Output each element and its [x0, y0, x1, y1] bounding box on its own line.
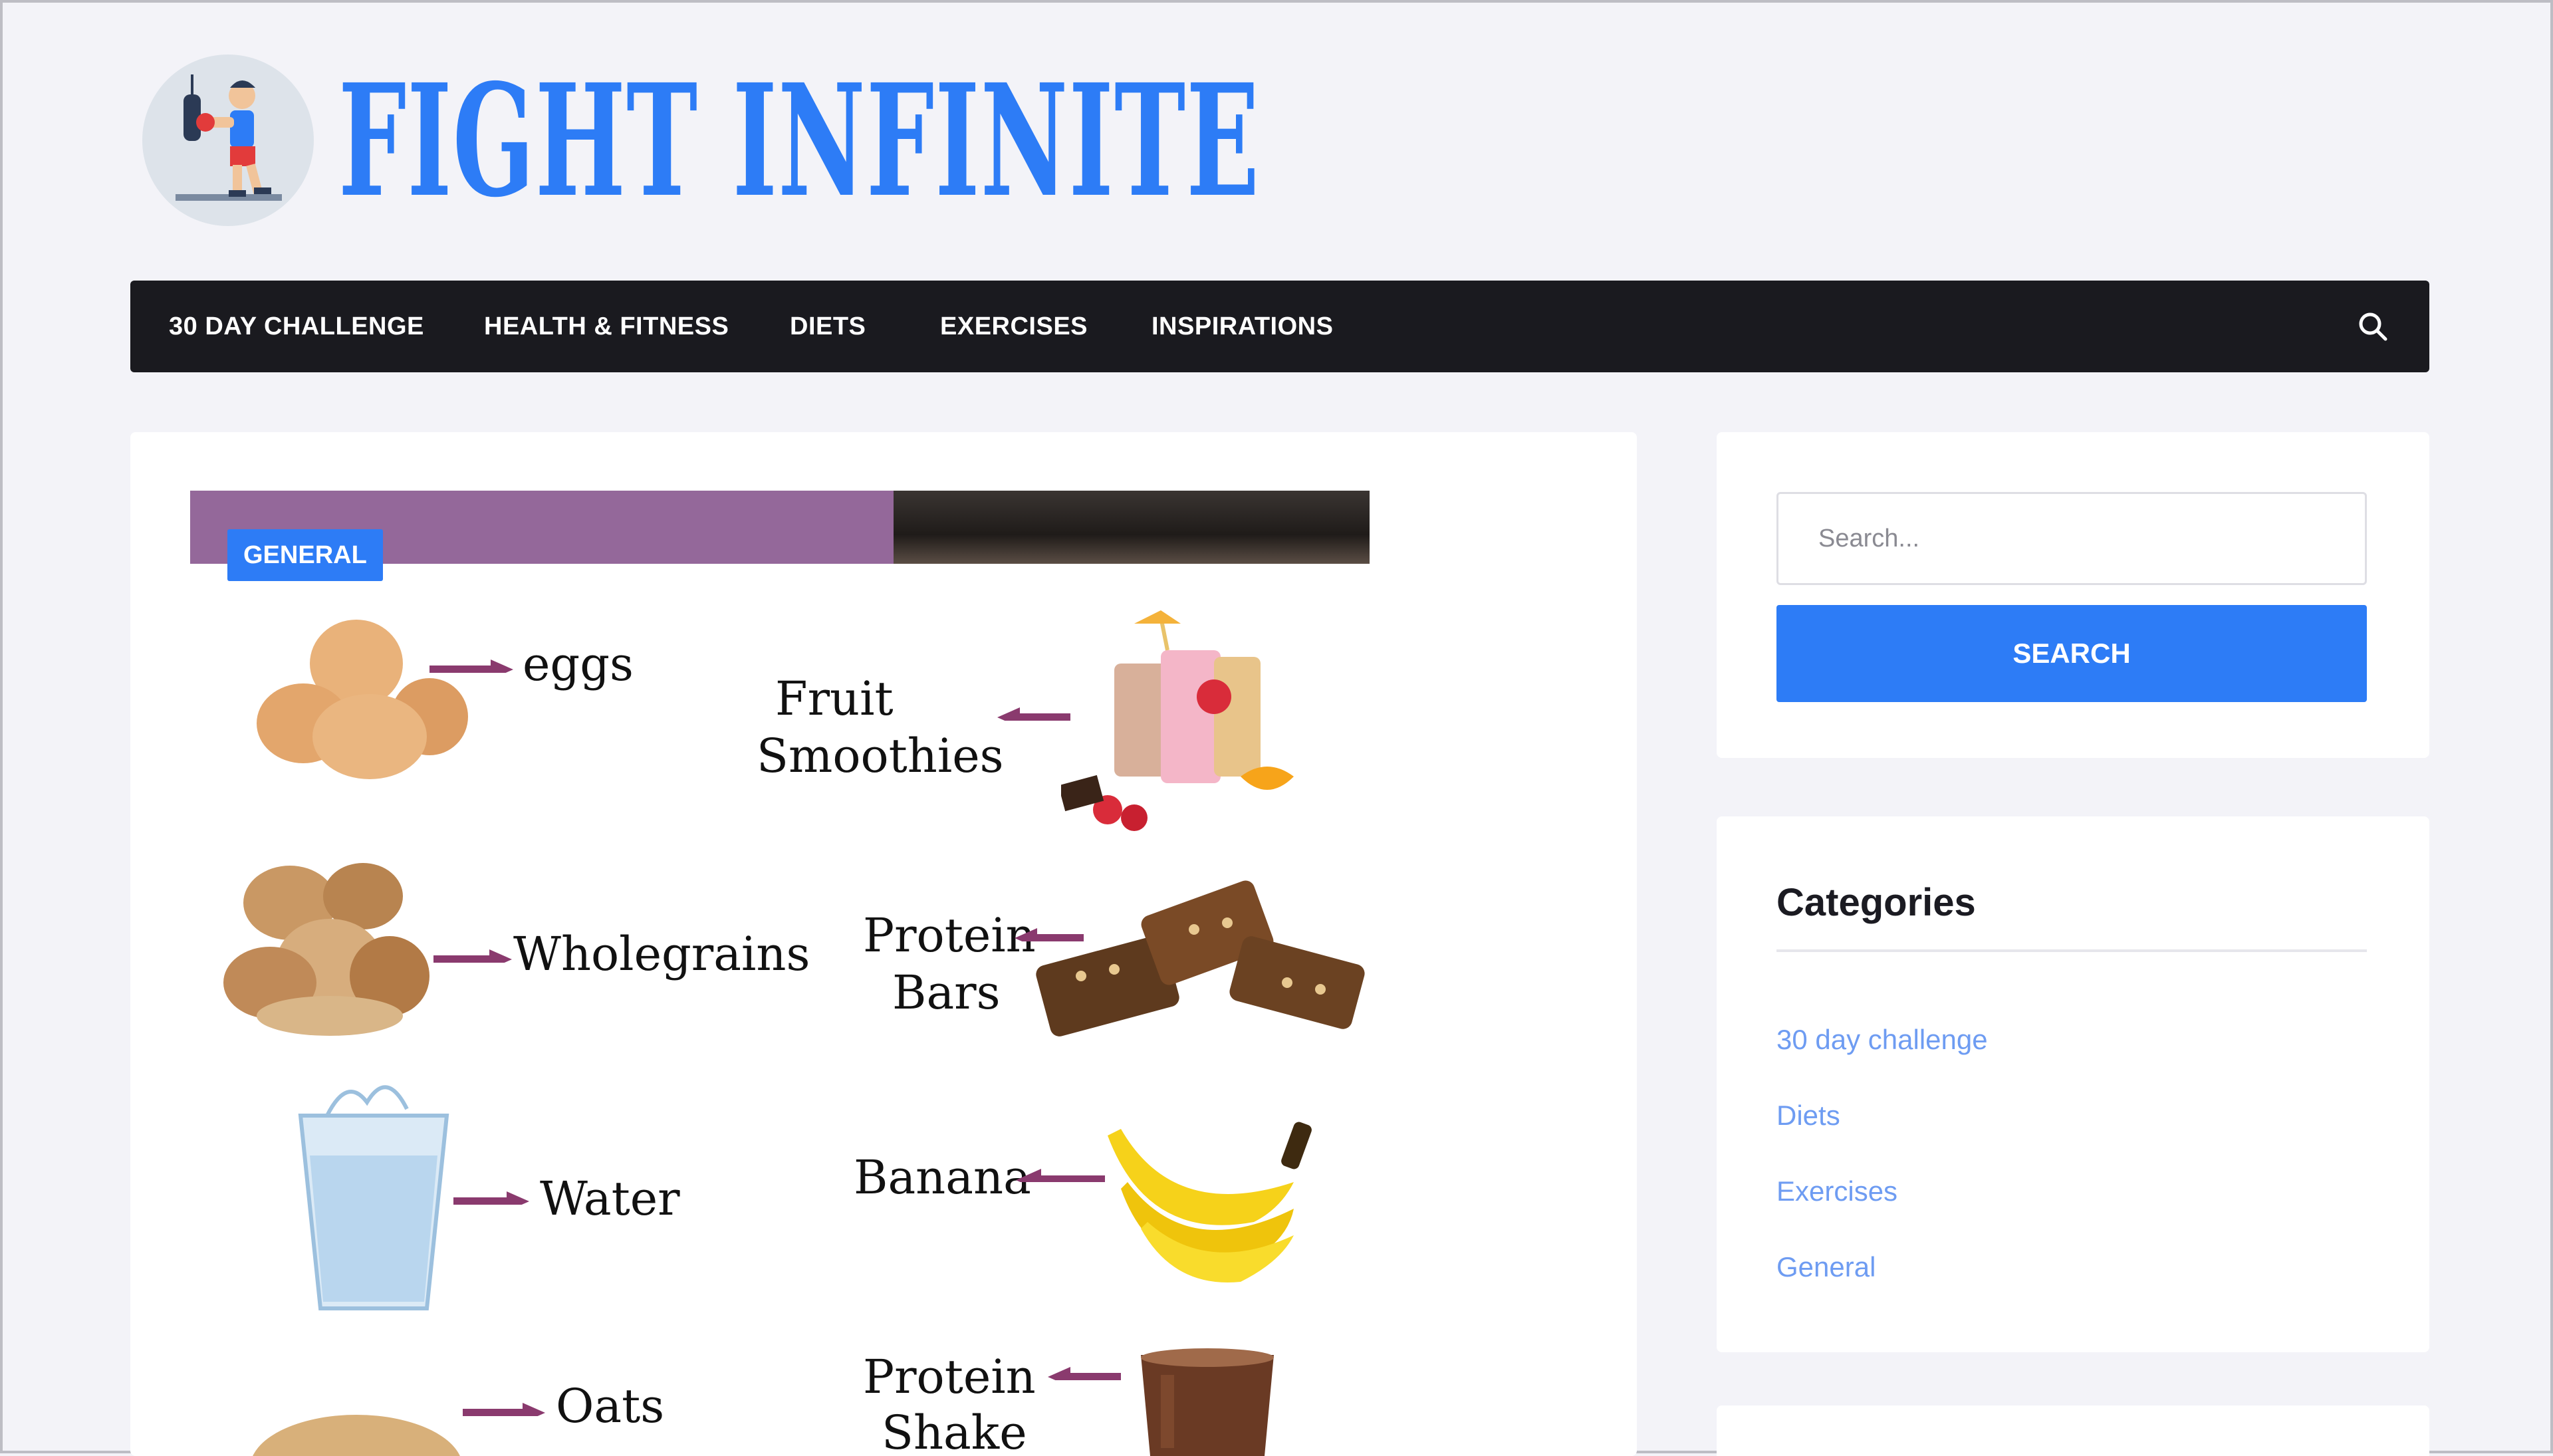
food-label-oats: Oats: [556, 1379, 665, 1433]
banana-icon: [1108, 1122, 1312, 1282]
category-badge[interactable]: GENERAL: [227, 529, 383, 581]
category-link-general[interactable]: General: [1776, 1251, 1876, 1283]
sidebar-search-widget: Search... SEARCH: [1717, 432, 2429, 758]
oats-icon: [253, 1415, 460, 1456]
search-input[interactable]: Search...: [1776, 492, 2367, 585]
food-label-smoothies-2: Smoothies: [757, 729, 1004, 783]
arrow-icon: [1048, 1367, 1121, 1380]
category-link-diets[interactable]: Diets: [1776, 1100, 1840, 1132]
smoothie-icon: [1061, 610, 1294, 831]
site-logo[interactable]: [142, 55, 314, 226]
post-card: GENERAL eggs Fruit Smoothies Wholegrains…: [130, 432, 1637, 1456]
sidebar-categories-widget: Categories 30 day challenge Diets Exerci…: [1717, 816, 2429, 1352]
search-button[interactable]: SEARCH: [1776, 605, 2367, 702]
nav-item-exercises[interactable]: EXERCISES: [940, 281, 1088, 372]
arrow-icon: [997, 707, 1070, 721]
arrow-icon: [1016, 1169, 1105, 1182]
boxer-icon: [176, 74, 282, 201]
nav-item-health-fitness[interactable]: HEALTH & FITNESS: [484, 281, 729, 372]
categories-title: Categories: [1776, 881, 1976, 924]
food-label-bars-2: Bars: [892, 965, 1001, 1020]
food-label-eggs: eggs: [523, 637, 634, 691]
nav-item-diets[interactable]: DIETS: [790, 281, 866, 372]
image-banner-photo: [894, 491, 1370, 564]
site-title[interactable]: FIGHT INFINITE: [338, 64, 1260, 218]
category-link-exercises[interactable]: Exercises: [1776, 1175, 1897, 1207]
nav-item-30-day-challenge[interactable]: 30 DAY CHALLENGE: [169, 281, 424, 372]
food-label-smoothies-1: Fruit: [775, 671, 894, 726]
featured-image[interactable]: GENERAL eggs Fruit Smoothies Wholegrains…: [190, 491, 1370, 1456]
water-glass-icon: [298, 1085, 449, 1310]
food-label-shake-1: Protein: [863, 1350, 1036, 1404]
category-link-30-day-challenge[interactable]: 30 day challenge: [1776, 1024, 1988, 1056]
food-label-banana: Banana: [854, 1150, 1031, 1205]
bread-icon: [223, 863, 429, 1036]
food-label-water: Water: [540, 1171, 680, 1226]
protein-bar-icon: [1036, 880, 1365, 1036]
arrow-icon: [433, 949, 512, 963]
arrow-icon: [453, 1191, 529, 1205]
sidebar-widget-partial: [1717, 1405, 2429, 1456]
food-label-shake-2: Shake: [882, 1405, 1027, 1456]
arrow-icon: [463, 1403, 545, 1416]
main-nav: 30 DAY CHALLENGE HEALTH & FITNESS DIETS …: [130, 281, 2429, 372]
search-icon[interactable]: [2356, 310, 2389, 343]
food-label-bars-1: Protein: [863, 908, 1036, 963]
food-label-wholegrains: Wholegrains: [513, 927, 810, 981]
divider: [1776, 949, 2367, 952]
protein-shake-icon: [1141, 1348, 1274, 1456]
nav-item-inspirations[interactable]: INSPIRATIONS: [1152, 281, 1333, 372]
eggs-icon: [257, 620, 468, 779]
arrow-icon: [429, 660, 513, 673]
